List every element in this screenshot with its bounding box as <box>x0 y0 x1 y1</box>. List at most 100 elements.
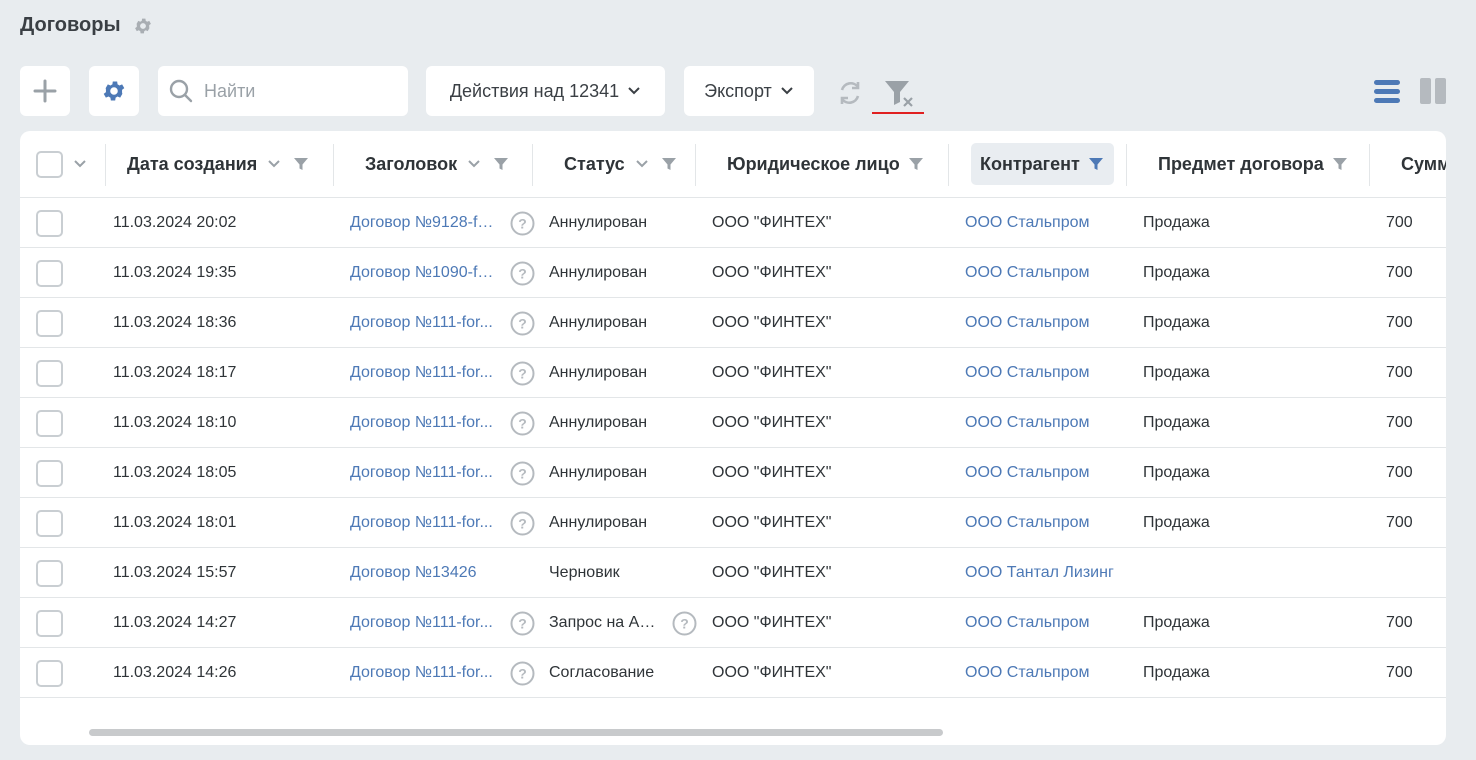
help-icon[interactable]: ? <box>510 411 535 436</box>
row-select-cell <box>36 648 63 698</box>
export-dropdown-label: Экспорт <box>704 80 772 101</box>
select-all-checkbox[interactable] <box>36 150 63 178</box>
chevron-down-icon[interactable] <box>73 159 87 169</box>
contract-title-link[interactable]: Договор №1090-fo... <box>350 264 498 282</box>
counterparty-link[interactable]: ООО Стальпром <box>965 264 1090 282</box>
filter-icon[interactable] <box>908 156 924 172</box>
table-row[interactable]: 11.03.2024 18:36 Договор №111-for... ? А… <box>20 298 1446 348</box>
help-icon[interactable]: ? <box>510 511 535 536</box>
contract-title-link[interactable]: Договор №111-for... <box>350 514 493 532</box>
clear-filter-icon[interactable] <box>882 78 916 108</box>
column-header-status[interactable]: Статус <box>564 143 677 185</box>
sort-chevron-icon[interactable] <box>635 159 649 169</box>
help-icon[interactable]: ? <box>510 611 535 636</box>
help-icon[interactable]: ? <box>672 611 697 636</box>
counterparty-link[interactable]: ООО Тантал Лизинг <box>965 564 1114 582</box>
table-row[interactable]: 11.03.2024 14:27 Договор №111-for... ? З… <box>20 598 1446 648</box>
counterparty-link[interactable]: ООО Стальпром <box>965 314 1090 332</box>
cell-legal-entity: ООО "ФИНТЕХ" <box>712 664 832 681</box>
table-row[interactable]: 11.03.2024 14:26 Договор №111-for... ? С… <box>20 648 1446 698</box>
table-row[interactable]: 11.03.2024 19:35 Договор №1090-fo... ? А… <box>20 248 1446 298</box>
column-header-created[interactable]: Дата создания <box>127 143 309 185</box>
cell-created: 11.03.2024 18:17 <box>113 364 237 381</box>
cell-sum: 700 <box>1386 264 1413 281</box>
table-row[interactable]: 11.03.2024 20:02 Договор №9128-fo... ? А… <box>20 198 1446 248</box>
table-row[interactable]: 11.03.2024 15:57 Договор №13426 Черновик… <box>20 548 1446 598</box>
contract-title-link[interactable]: Договор №111-for... <box>350 314 493 332</box>
filter-icon[interactable] <box>1088 156 1104 172</box>
help-icon[interactable]: ? <box>510 261 535 286</box>
sort-chevron-icon[interactable] <box>267 159 281 169</box>
cell-counterparty: ООО Стальпром <box>965 398 1145 448</box>
contract-title-link[interactable]: Договор №13426 <box>350 564 477 582</box>
row-checkbox[interactable] <box>36 259 63 287</box>
counterparty-link[interactable]: ООО Стальпром <box>965 614 1090 632</box>
contract-title-link[interactable]: Договор №111-for... <box>350 464 493 482</box>
filter-icon[interactable] <box>493 156 509 172</box>
table-row[interactable]: 11.03.2024 18:17 Договор №111-for... ? А… <box>20 348 1446 398</box>
row-checkbox[interactable] <box>36 659 63 687</box>
help-icon[interactable]: ? <box>510 211 535 236</box>
column-header-legal-entity[interactable]: Юридическое лицо <box>727 143 924 185</box>
table-settings-button[interactable] <box>89 66 139 116</box>
table-row[interactable]: 11.03.2024 18:05 Договор №111-for... ? А… <box>20 448 1446 498</box>
svg-text:?: ? <box>518 416 527 432</box>
contract-title-link[interactable]: Договор №9128-fo... <box>350 214 498 232</box>
column-header-sum[interactable]: Сумм <box>1401 143 1446 185</box>
contract-title-link[interactable]: Договор №111-for... <box>350 614 493 632</box>
row-checkbox[interactable] <box>36 609 63 637</box>
help-icon[interactable]: ? <box>510 661 535 686</box>
cell-status: Черновик <box>549 548 661 598</box>
row-select-cell <box>36 598 63 648</box>
counterparty-link[interactable]: ООО Стальпром <box>965 414 1090 432</box>
help-icon[interactable]: ? <box>510 361 535 386</box>
cell-created: 11.03.2024 18:36 <box>113 314 237 331</box>
row-checkbox[interactable] <box>36 309 63 337</box>
counterparty-link[interactable]: ООО Стальпром <box>965 364 1090 382</box>
list-view-icon[interactable] <box>1374 78 1400 104</box>
column-header-counterparty[interactable]: Контрагент <box>971 143 1114 185</box>
cell-title: Договор №111-for... <box>350 598 498 648</box>
refresh-icon[interactable] <box>835 78 865 108</box>
row-checkbox[interactable] <box>36 359 63 387</box>
column-header-subject[interactable]: Предмет договора <box>1158 143 1348 185</box>
status-text: Аннулирован <box>549 414 648 431</box>
help-icon[interactable]: ? <box>510 311 535 336</box>
counterparty-link[interactable]: ООО Стальпром <box>965 514 1090 532</box>
help-icon[interactable]: ? <box>510 461 535 486</box>
column-header-label: Юридическое лицо <box>727 153 900 174</box>
row-checkbox[interactable] <box>36 409 63 437</box>
row-checkbox[interactable] <box>36 459 63 487</box>
counterparty-link[interactable]: ООО Стальпром <box>965 664 1090 682</box>
contract-title-link[interactable]: Договор №111-for... <box>350 364 493 382</box>
filter-icon[interactable] <box>293 156 309 172</box>
counterparty-link[interactable]: ООО Стальпром <box>965 214 1090 232</box>
actions-dropdown[interactable]: Действия над 12341 <box>426 66 665 116</box>
contract-title-link[interactable]: Договор №111-for... <box>350 664 493 682</box>
horizontal-scrollbar[interactable] <box>20 727 1446 745</box>
table-row[interactable]: 11.03.2024 18:01 Договор №111-for... ? А… <box>20 498 1446 548</box>
cell-sum: 700 <box>1386 614 1413 631</box>
counterparty-link[interactable]: ООО Стальпром <box>965 464 1090 482</box>
sort-chevron-icon[interactable] <box>467 159 481 169</box>
gear-icon[interactable] <box>133 16 153 36</box>
cell-created: 11.03.2024 18:01 <box>113 514 237 531</box>
column-header-title[interactable]: Заголовок <box>365 143 509 185</box>
row-checkbox[interactable] <box>36 559 63 587</box>
column-view-icon[interactable] <box>1420 78 1446 104</box>
row-select-cell <box>36 198 63 248</box>
contract-title-link[interactable]: Договор №111-for... <box>350 414 493 432</box>
row-checkbox[interactable] <box>36 209 63 237</box>
filter-icon[interactable] <box>661 156 677 172</box>
search-input[interactable] <box>204 80 394 102</box>
horizontal-scrollbar-thumb[interactable] <box>89 729 943 736</box>
add-button[interactable] <box>20 66 70 116</box>
filter-icon[interactable] <box>1332 156 1348 172</box>
column-header-label: Дата создания <box>127 153 258 174</box>
cell-subject: Продажа <box>1143 514 1210 531</box>
table-row[interactable]: 11.03.2024 18:10 Договор №111-for... ? А… <box>20 398 1446 448</box>
export-dropdown[interactable]: Экспорт <box>684 66 814 116</box>
page-title: Договоры <box>20 14 121 36</box>
row-checkbox[interactable] <box>36 509 63 537</box>
cell-title: Договор №9128-fo... <box>350 198 498 248</box>
